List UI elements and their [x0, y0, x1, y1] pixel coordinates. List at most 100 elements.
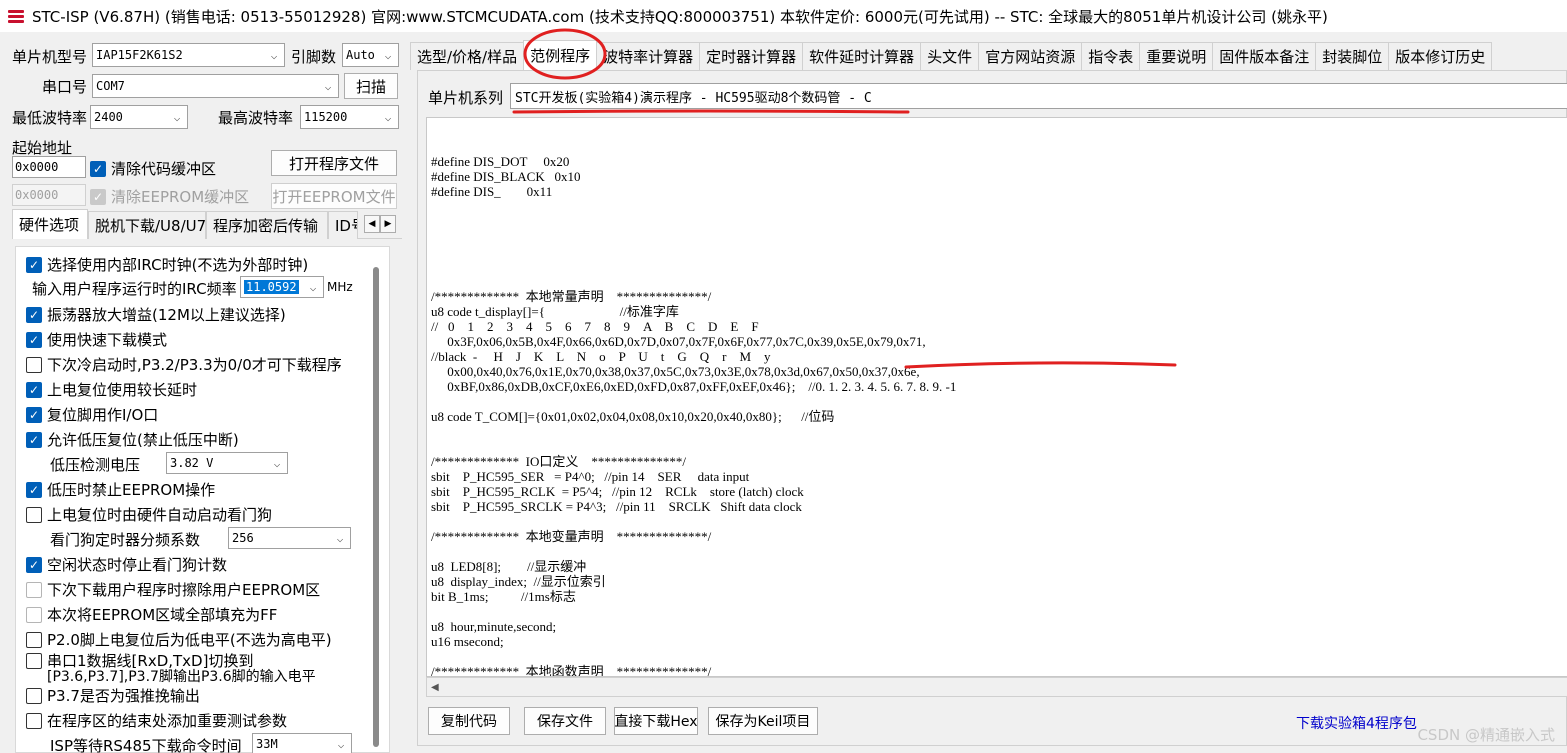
uart-switch-label-2: [P3.6,P3.7],P3.7脚输出P3.6脚的输入电平	[47, 669, 316, 685]
save-file-button[interactable]: 保存文件	[524, 707, 606, 735]
fill-eeprom-checkbox[interactable]: 本次将EEPROM区域全部填充为FF	[26, 604, 277, 625]
isp-wait-label: ISP等待RS485下载命令时间	[50, 737, 242, 753]
chevron-down-icon: ⌵	[273, 456, 281, 470]
download-package-link[interactable]: 下载实验箱4程序包	[1296, 713, 1417, 733]
long-delay-checkbox[interactable]: ✓ 上电复位使用较长延时	[26, 379, 197, 400]
checkbox-empty-icon	[26, 631, 42, 648]
example-programs-panel: 单片机系列 STC开发板(实验箱4)演示程序 - HC595驱动8个数码管 - …	[417, 70, 1567, 746]
checkbox-check-icon: ✓	[26, 256, 42, 273]
wdt-div-label: 看门狗定时器分频系数	[50, 531, 201, 549]
chevron-down-icon: ⌵	[384, 110, 392, 124]
save-keil-project-button[interactable]: 保存为Keil项目	[708, 707, 818, 735]
tab-hardware-options[interactable]: 硬件选项	[12, 209, 88, 239]
copy-code-button[interactable]: 复制代码	[428, 707, 510, 735]
add-test-params-checkbox[interactable]: 在程序区的结束处添加重要测试参数	[26, 710, 287, 731]
wdt-auto-checkbox[interactable]: 上电复位时由硬件自动启动看门狗	[26, 504, 272, 525]
tab-revision-history[interactable]: 版本修订历史	[1388, 42, 1493, 70]
tab-selection-price[interactable]: 选型/价格/样品	[410, 42, 525, 70]
tab-header-files[interactable]: 头文件	[920, 42, 980, 70]
checkbox-check-icon: ✓	[90, 188, 106, 205]
cold-boot-label: 下次冷启动时,P3.2/P3.3为0/0才可下载程序	[47, 356, 342, 374]
clear-code-buffer-checkbox[interactable]: ✓ 清除代码缓冲区	[90, 158, 216, 179]
osc-gain-label: 振荡器放大增益(12M以上建议选择)	[47, 306, 286, 324]
pin-count-value: Auto	[346, 48, 375, 62]
irc-freq-unit: MHz	[327, 280, 353, 294]
checkbox-check-icon: ✓	[26, 431, 42, 448]
reset-io-checkbox[interactable]: ✓ 复位脚用作I/O口	[26, 404, 158, 425]
tab-package-pins[interactable]: 封装脚位	[1315, 42, 1390, 70]
checkbox-check-icon: ✓	[90, 160, 106, 177]
p37-push-pull-checkbox[interactable]: P3.7是否为强推挽输出	[26, 685, 200, 706]
tab-firmware-notes[interactable]: 固件版本备注	[1212, 42, 1317, 70]
open-eeprom-button[interactable]: 打开EEPROM文件	[271, 183, 397, 209]
tab-instruction-table[interactable]: 指令表	[1081, 42, 1141, 70]
chevron-down-icon: ⌵	[336, 531, 344, 545]
open-program-button[interactable]: 打开程序文件	[271, 150, 397, 176]
internal-irc-checkbox[interactable]: ✓ 选择使用内部IRC时钟(不选为外部时钟)	[26, 254, 308, 275]
tab-timer-calculator[interactable]: 定时器计算器	[699, 42, 804, 70]
clear-eeprom-buffer-checkbox[interactable]: ✓ 清除EEPROM缓冲区	[90, 186, 249, 207]
mcu-model-select[interactable]: IAP15F2K61S2 ⌵	[92, 43, 285, 67]
lvd-no-eeprom-checkbox[interactable]: ✓ 低压时禁止EEPROM操作	[26, 479, 215, 500]
code-horizontal-scrollbar[interactable]: ◀	[426, 677, 1567, 697]
pin-count-select[interactable]: Auto ⌵	[342, 43, 399, 67]
checkbox-check-icon: ✓	[26, 556, 42, 573]
fast-download-checkbox[interactable]: ✓ 使用快速下载模式	[26, 329, 167, 350]
code-view[interactable]: #define DIS_DOT 0x20 #define DIS_BLACK 0…	[426, 117, 1567, 677]
options-scrollbar[interactable]	[373, 267, 379, 747]
eeprom-addr-input[interactable]: 0x0000	[12, 184, 86, 206]
scan-button[interactable]: 扫描	[344, 73, 398, 99]
min-baud-select[interactable]: 2400 ⌵	[90, 105, 188, 129]
direct-download-hex-button[interactable]: 直接下载Hex	[614, 707, 698, 735]
cold-boot-checkbox[interactable]: 下次冷启动时,P3.2/P3.3为0/0才可下载程序	[26, 354, 342, 375]
fast-download-label: 使用快速下载模式	[47, 331, 168, 349]
tab-example-programs[interactable]: 范例程序	[523, 40, 598, 70]
wdt-div-value: 256	[232, 531, 254, 545]
title-bar: STC-ISP (V6.87H) (销售电话: 0513-55012928) 官…	[0, 0, 1567, 32]
chevron-right-icon[interactable]: ▶	[380, 215, 396, 233]
tab-delay-calculator[interactable]: 软件延时计算器	[802, 42, 922, 70]
chevron-down-icon: ⌵	[384, 48, 392, 62]
chevron-down-icon: ⌵	[309, 280, 317, 294]
erase-eeprom-checkbox[interactable]: 下次下载用户程序时擦除用户EEPROM区	[26, 579, 320, 600]
max-baud-value: 115200	[304, 110, 348, 124]
port-value: COM7	[96, 79, 125, 93]
checkbox-check-icon: ✓	[26, 331, 42, 348]
tab-important-notes[interactable]: 重要说明	[1139, 42, 1214, 70]
tab-offline-download[interactable]: 脱机下载/U8/U7	[88, 211, 206, 239]
pin-count-label: 引脚数	[291, 48, 337, 66]
irc-freq-select[interactable]: 11.0592 ⌵	[240, 276, 324, 298]
p20-low-checkbox[interactable]: P2.0脚上电复位后为低电平(不选为高电平)	[26, 629, 332, 650]
window-title: STC-ISP (V6.87H) (销售电话: 0513-55012928) 官…	[32, 7, 1328, 26]
chevron-down-icon: ⌵	[324, 79, 332, 93]
tab-official-resources[interactable]: 官方网站资源	[978, 42, 1083, 70]
mcu-series-select[interactable]: STC开发板(实验箱4)演示程序 - HC595驱动8个数码管 - C	[510, 83, 1567, 109]
checkbox-check-icon: ✓	[26, 481, 42, 498]
tab-baud-calculator[interactable]: 波特率计算器	[596, 42, 701, 70]
chevron-down-icon: ⌵	[173, 110, 181, 124]
chevron-left-icon[interactable]: ◀	[431, 682, 439, 693]
checkbox-empty-icon	[26, 581, 42, 598]
tab-id[interactable]: ID号	[328, 211, 358, 239]
code-addr-input[interactable]: 0x0000	[12, 156, 86, 178]
lvd-voltage-select[interactable]: 3.82 V ⌵	[166, 452, 288, 474]
checkbox-empty-icon	[26, 506, 42, 523]
chevron-left-icon[interactable]: ◀	[364, 215, 380, 233]
osc-gain-checkbox[interactable]: ✓ 振荡器放大增益(12M以上建议选择)	[26, 304, 286, 325]
left-panel: 单片机型号 IAP15F2K61S2 ⌵ 引脚数 Auto ⌵ 串口号 COM7 ⌵ …	[0, 36, 410, 753]
max-baud-label: 最高波特率	[218, 109, 294, 127]
tab-encrypted-transfer[interactable]: 程序加密后传输	[206, 211, 328, 239]
checkbox-empty-icon	[26, 606, 42, 623]
lvd-reset-checkbox[interactable]: ✓ 允许低压复位(禁止低压中断)	[26, 429, 239, 450]
port-select[interactable]: COM7 ⌵	[92, 74, 339, 98]
isp-wait-select[interactable]: 33M ⌵	[252, 733, 352, 753]
p37-push-pull-label: P3.7是否为强推挽输出	[47, 687, 200, 705]
right-panel: 选型/价格/样品 范例程序 波特率计算器 定时器计算器 软件延时计算器 头文件 …	[410, 36, 1567, 753]
min-baud-label: 最低波特率	[12, 109, 88, 127]
max-baud-select[interactable]: 115200 ⌵	[300, 105, 399, 129]
mcu-model-label: 单片机型号	[12, 48, 88, 66]
mcu-series-label: 单片机系列	[428, 89, 504, 107]
chevron-down-icon: ⌵	[270, 48, 278, 62]
idle-stop-wdt-checkbox[interactable]: ✓ 空闲状态时停止看门狗计数	[26, 554, 227, 575]
wdt-div-select[interactable]: 256 ⌵	[228, 527, 351, 549]
